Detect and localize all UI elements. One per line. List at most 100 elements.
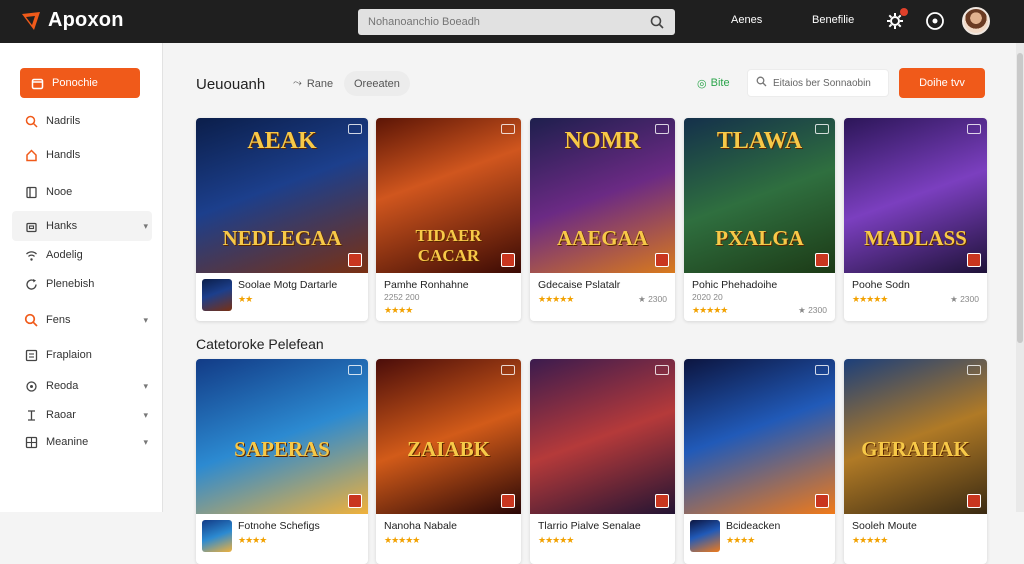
sidebar-item-label: Aodelig	[46, 249, 83, 261]
bookmark-icon[interactable]	[501, 494, 515, 508]
platform-icon	[501, 124, 515, 134]
game-cover-art[interactable]	[530, 359, 675, 514]
chip-oreeaten[interactable]: Oreeaten	[344, 71, 410, 96]
nav-link-1[interactable]: Aenes	[731, 14, 762, 26]
game-cover-art[interactable]: MADLASS	[844, 118, 987, 273]
filter-search[interactable]: Eitaios ber Sonnaobin	[747, 69, 889, 97]
scrollbar-thumb[interactable]	[1017, 53, 1023, 343]
game-card[interactable]: TIDAER CACAR Pamhe Ronhahne 2252 200 ★★★★	[376, 118, 521, 321]
bookmark-icon[interactable]	[655, 253, 669, 267]
game-cover-art[interactable]: SAPERAS	[196, 359, 368, 514]
game-card[interactable]: Bcideacken ★★★★	[684, 359, 835, 564]
chip-label: Rane	[306, 77, 334, 90]
platform-icon	[967, 365, 981, 375]
refresh-icon	[24, 277, 38, 291]
star-rating: ★★★★	[726, 535, 755, 545]
sidebar-item-label: Meanine	[46, 436, 89, 448]
app-logo[interactable]: Apoxon	[20, 9, 124, 32]
game-card-info: Tlarrio Pialve Senalae ★★★★★	[530, 514, 675, 552]
search-icon[interactable]	[649, 14, 665, 30]
game-cover-art[interactable]: TIDAER CACAR	[376, 118, 521, 273]
bookmark-icon[interactable]	[501, 253, 515, 267]
sidebar-item-reoda[interactable]: Reoda ▾	[20, 371, 152, 401]
search-icon	[24, 114, 38, 128]
scrollbar[interactable]	[1016, 43, 1024, 512]
game-cover-art[interactable]	[684, 359, 835, 514]
sidebar-item-nadrils[interactable]: Nadrils	[20, 106, 152, 136]
search-icon	[24, 313, 38, 327]
chevron-down-icon: ▾	[143, 220, 148, 231]
bookmark-icon[interactable]	[348, 253, 362, 267]
sidebar: Ponochie Nadrils Handls Nooe Hanks ▾ Aod…	[0, 43, 163, 512]
game-card[interactable]: ZAIABK Nanoha Nabale ★★★★★	[376, 359, 521, 564]
game-cover-art[interactable]: ZAIABK	[376, 359, 521, 514]
cover-subtitle: MADLASS	[864, 226, 967, 250]
sidebar-item-plenebish[interactable]: Plenebish	[20, 269, 152, 299]
star-rating: ★★★★	[384, 305, 413, 315]
game-card[interactable]: SAPERAS Fotnohe Schefigs ★★★★	[196, 359, 368, 564]
search-input[interactable]	[368, 16, 649, 28]
sidebar-item-hanks[interactable]: Hanks ▾	[12, 211, 152, 241]
sidebar-item-aodelig[interactable]: Aodelig	[20, 240, 152, 270]
sidebar-item-fraplaion[interactable]: Fraplaion	[20, 340, 152, 370]
game-card-info: Gdecaise Pslatalr ★★★★★ ★ 2300	[530, 273, 675, 311]
cover-title: TLAWA	[716, 128, 803, 154]
sidebar-item-raoar[interactable]: Raoar ▾	[20, 400, 152, 430]
platform-icon	[815, 124, 829, 134]
circle-target-icon[interactable]	[924, 10, 946, 32]
cover-subtitle: GERAHAK	[861, 437, 970, 461]
star-rating: ★★★★★	[538, 294, 574, 304]
sidebar-item-handls[interactable]: Handls	[20, 140, 152, 170]
sidebar-item-label: Plenebish	[46, 278, 95, 290]
game-cover-art[interactable]: GERAHAK	[844, 359, 987, 514]
nav-link-2[interactable]: Benefilie	[812, 14, 854, 26]
bookmark-icon[interactable]	[655, 494, 669, 508]
beta-toggle[interactable]: ◎ Bite	[697, 77, 730, 90]
game-card-info: Poohe Sodn ★★★★★ ★ 2300	[844, 273, 987, 311]
platform-icon	[501, 365, 515, 375]
bookmark-icon[interactable]	[967, 253, 981, 267]
pin-icon	[24, 408, 38, 422]
game-card-info: Nanoha Nabale ★★★★★	[376, 514, 521, 552]
bookmark-icon[interactable]	[967, 494, 981, 508]
star-rating: ★★★★	[238, 535, 267, 545]
sidebar-item-label: Fens	[46, 314, 71, 326]
game-cover-art[interactable]: TLAWA PXALGA	[684, 118, 835, 273]
platform-icon	[967, 124, 981, 134]
game-card[interactable]: Tlarrio Pialve Senalae ★★★★★	[530, 359, 675, 564]
game-card[interactable]: AEAK NEDLEGAA Soolae Motg Dartarle ★★	[196, 118, 368, 321]
sidebar-item-nooe[interactable]: Nooe	[20, 177, 152, 207]
game-card-info: Soolae Motg Dartarle ★★	[196, 273, 368, 311]
bookmark-icon[interactable]	[348, 494, 362, 508]
home-icon	[30, 76, 44, 90]
sidebar-item-meanine[interactable]: Meanine ▾	[20, 427, 152, 457]
bookmark-icon[interactable]	[815, 494, 829, 508]
game-title: Nanoha Nabale	[384, 520, 457, 532]
sidebar-item-ponochie[interactable]: Ponochie	[20, 68, 140, 98]
review-count: ★ 2300	[798, 305, 827, 315]
global-search[interactable]	[358, 9, 675, 35]
game-cover-art[interactable]: NOMR AAEGAA	[530, 118, 675, 273]
bookmark-icon[interactable]	[815, 253, 829, 267]
sidebar-item-fens[interactable]: Fens ▾	[20, 305, 152, 335]
star-rating: ★★★★★	[692, 305, 728, 315]
star-rating: ★★★★★	[384, 535, 420, 545]
chip-rane[interactable]: ⤳ Rane	[283, 71, 343, 96]
game-card[interactable]: GERAHAK Sooleh Moute ★★★★★	[844, 359, 987, 564]
sidebar-item-label: Handls	[46, 149, 81, 161]
game-card[interactable]: MADLASS Poohe Sodn ★★★★★ ★ 2300	[844, 118, 987, 321]
logo-icon	[20, 10, 42, 32]
cover-title: AEAK	[247, 128, 317, 154]
bag-icon	[24, 219, 38, 233]
avatar[interactable]	[962, 7, 990, 35]
primary-action-button[interactable]: Doihe tvv	[899, 68, 985, 98]
chevron-down-icon: ▾	[143, 436, 148, 447]
game-cover-art[interactable]: AEAK NEDLEGAA	[196, 118, 368, 273]
game-card[interactable]: NOMR AAEGAA Gdecaise Pslatalr ★★★★★ ★ 2300	[530, 118, 675, 321]
notification-badge	[900, 8, 908, 16]
platform-icon	[348, 124, 362, 134]
settings-cog-icon[interactable]	[884, 8, 908, 32]
game-card[interactable]: TLAWA PXALGA Pohic Phehadoihe 2020 20 ★★★★★ ★…	[684, 118, 835, 321]
platform-icon	[655, 365, 669, 375]
page-title: Ueuouanh	[196, 76, 266, 93]
